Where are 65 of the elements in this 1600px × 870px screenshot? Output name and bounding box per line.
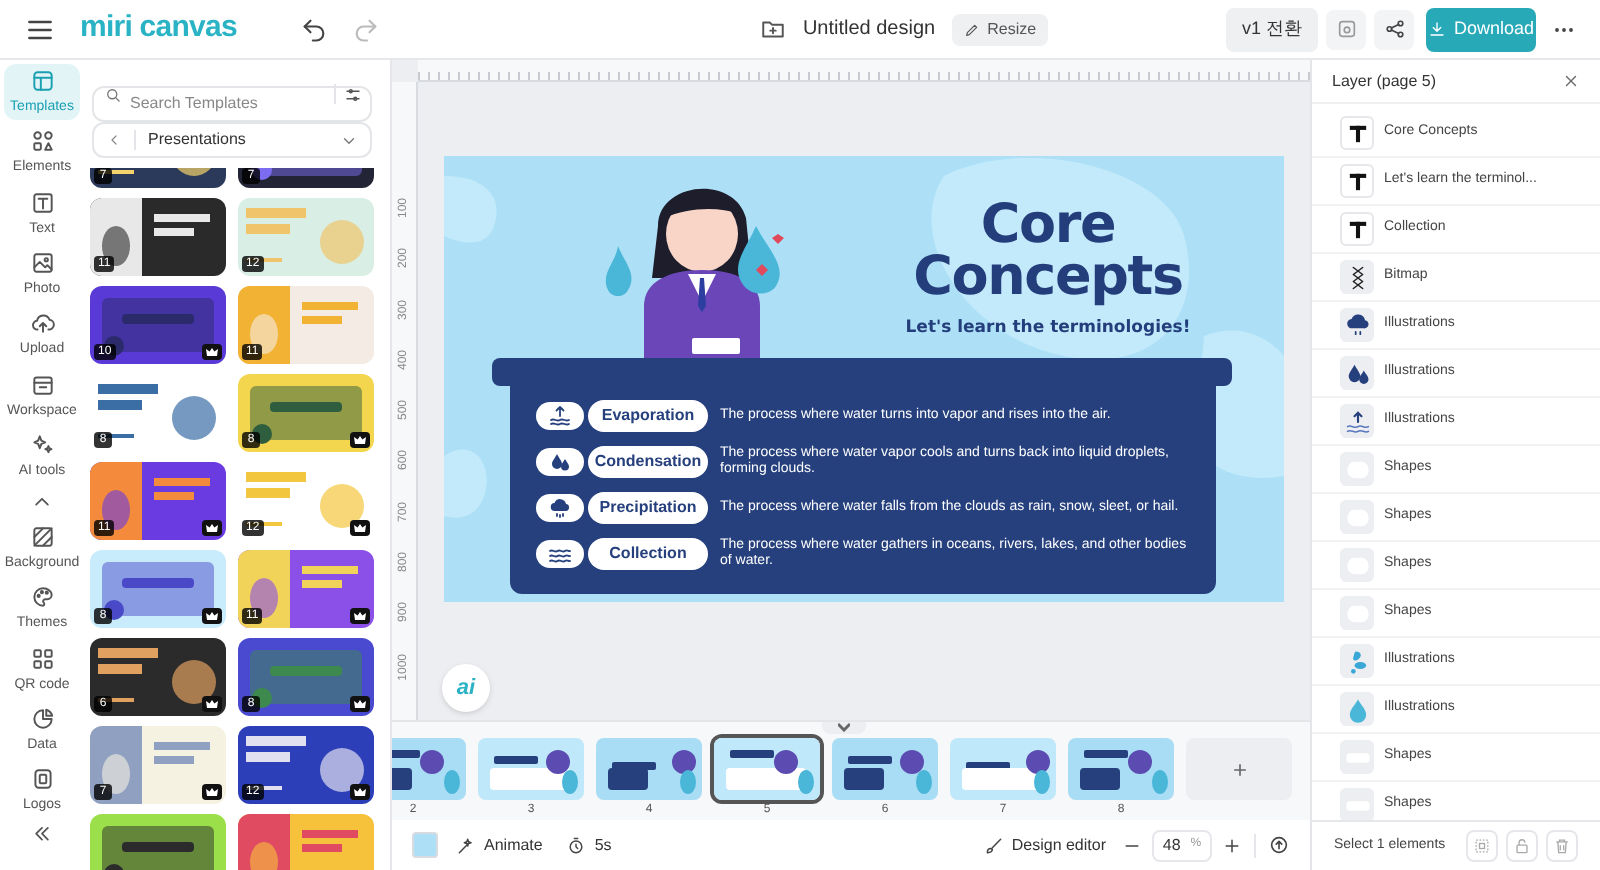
- archive-box-icon: [29, 371, 55, 398]
- shapes-icon: [29, 128, 55, 155]
- select-frame-icon: [1472, 836, 1492, 856]
- drops-icon: [548, 450, 572, 474]
- undo-icon[interactable]: [300, 15, 329, 43]
- animate-button[interactable]: Animate: [456, 833, 543, 857]
- color-swatch[interactable]: [412, 832, 438, 858]
- share-button[interactable]: [1374, 9, 1414, 49]
- zoom-in-icon[interactable]: [1222, 835, 1242, 855]
- pencil-icon: [963, 21, 980, 37]
- chevron-left-icon: [106, 132, 122, 148]
- term-label: Precipitation: [588, 492, 708, 524]
- slide-title: Core Concepts: [911, 200, 1185, 304]
- filter-icon[interactable]: [344, 85, 362, 103]
- document-title[interactable]: Untitled design: [802, 14, 936, 44]
- text-icon: [29, 189, 55, 216]
- trash-icon: [1552, 836, 1572, 856]
- template-thumbnail[interactable]: [90, 814, 226, 870]
- share-icon: [1383, 18, 1405, 40]
- drops-icon: [1343, 359, 1371, 387]
- timer-icon: [566, 835, 587, 855]
- magic-wand-icon: [456, 835, 476, 855]
- plus-icon: [1229, 759, 1249, 779]
- help-icon[interactable]: [1268, 834, 1290, 856]
- version-button[interactable]: v1 전환: [1225, 7, 1318, 51]
- download-icon: [1427, 20, 1446, 38]
- close-icon[interactable]: [1562, 72, 1580, 90]
- palette-icon: [29, 584, 55, 611]
- collapse-handle[interactable]: [822, 722, 866, 734]
- panel-title: Layer (page 5): [1332, 69, 1439, 93]
- image-icon: [29, 250, 55, 277]
- lock-icon: [1512, 836, 1532, 856]
- double-chevron-left-icon[interactable]: [30, 822, 54, 846]
- template-thumbnail[interactable]: [238, 814, 374, 870]
- sparkle-icon: [29, 431, 55, 458]
- hatched-square-icon: [29, 523, 55, 550]
- term-label: Evaporation: [588, 400, 708, 432]
- templates-icon: [29, 68, 55, 95]
- page-thumbnail[interactable]: [478, 738, 584, 800]
- save-icon: [1335, 18, 1357, 40]
- brush-icon: [983, 835, 1004, 855]
- search-field[interactable]: Search Templates: [92, 85, 372, 121]
- qr-code-icon: [29, 645, 55, 672]
- term-label: Collection: [588, 538, 708, 570]
- resize-button[interactable]: Resize: [951, 13, 1049, 45]
- design-editor-button[interactable]: Design editor: [983, 833, 1106, 857]
- badge-icon: [29, 766, 55, 793]
- cloud-upload-icon: [29, 310, 55, 337]
- page-thumbnail[interactable]: [596, 738, 702, 800]
- category-dropdown[interactable]: Presentations: [92, 122, 372, 158]
- duration-button[interactable]: 5s: [566, 833, 612, 857]
- term-label: Condensation: [588, 446, 708, 478]
- page-thumbnail[interactable]: [950, 738, 1056, 800]
- slide-subtitle: Let's learn the terminologies!: [905, 316, 1191, 342]
- folder-icon[interactable]: [760, 16, 787, 42]
- page-thumbnail[interactable]: [714, 738, 820, 800]
- search-icon: [104, 85, 122, 103]
- arrow-over-waves-icon: [548, 404, 572, 428]
- rain-cloud-icon: [548, 496, 572, 520]
- arrow-over-waves-icon: [1343, 407, 1371, 435]
- page-thumbnail[interactable]: [1068, 738, 1174, 800]
- chevron-down-icon: [838, 722, 850, 732]
- pie-chart-icon: [29, 705, 55, 732]
- rain-cloud-icon: [1343, 311, 1371, 339]
- page-thumbnail[interactable]: [832, 738, 938, 800]
